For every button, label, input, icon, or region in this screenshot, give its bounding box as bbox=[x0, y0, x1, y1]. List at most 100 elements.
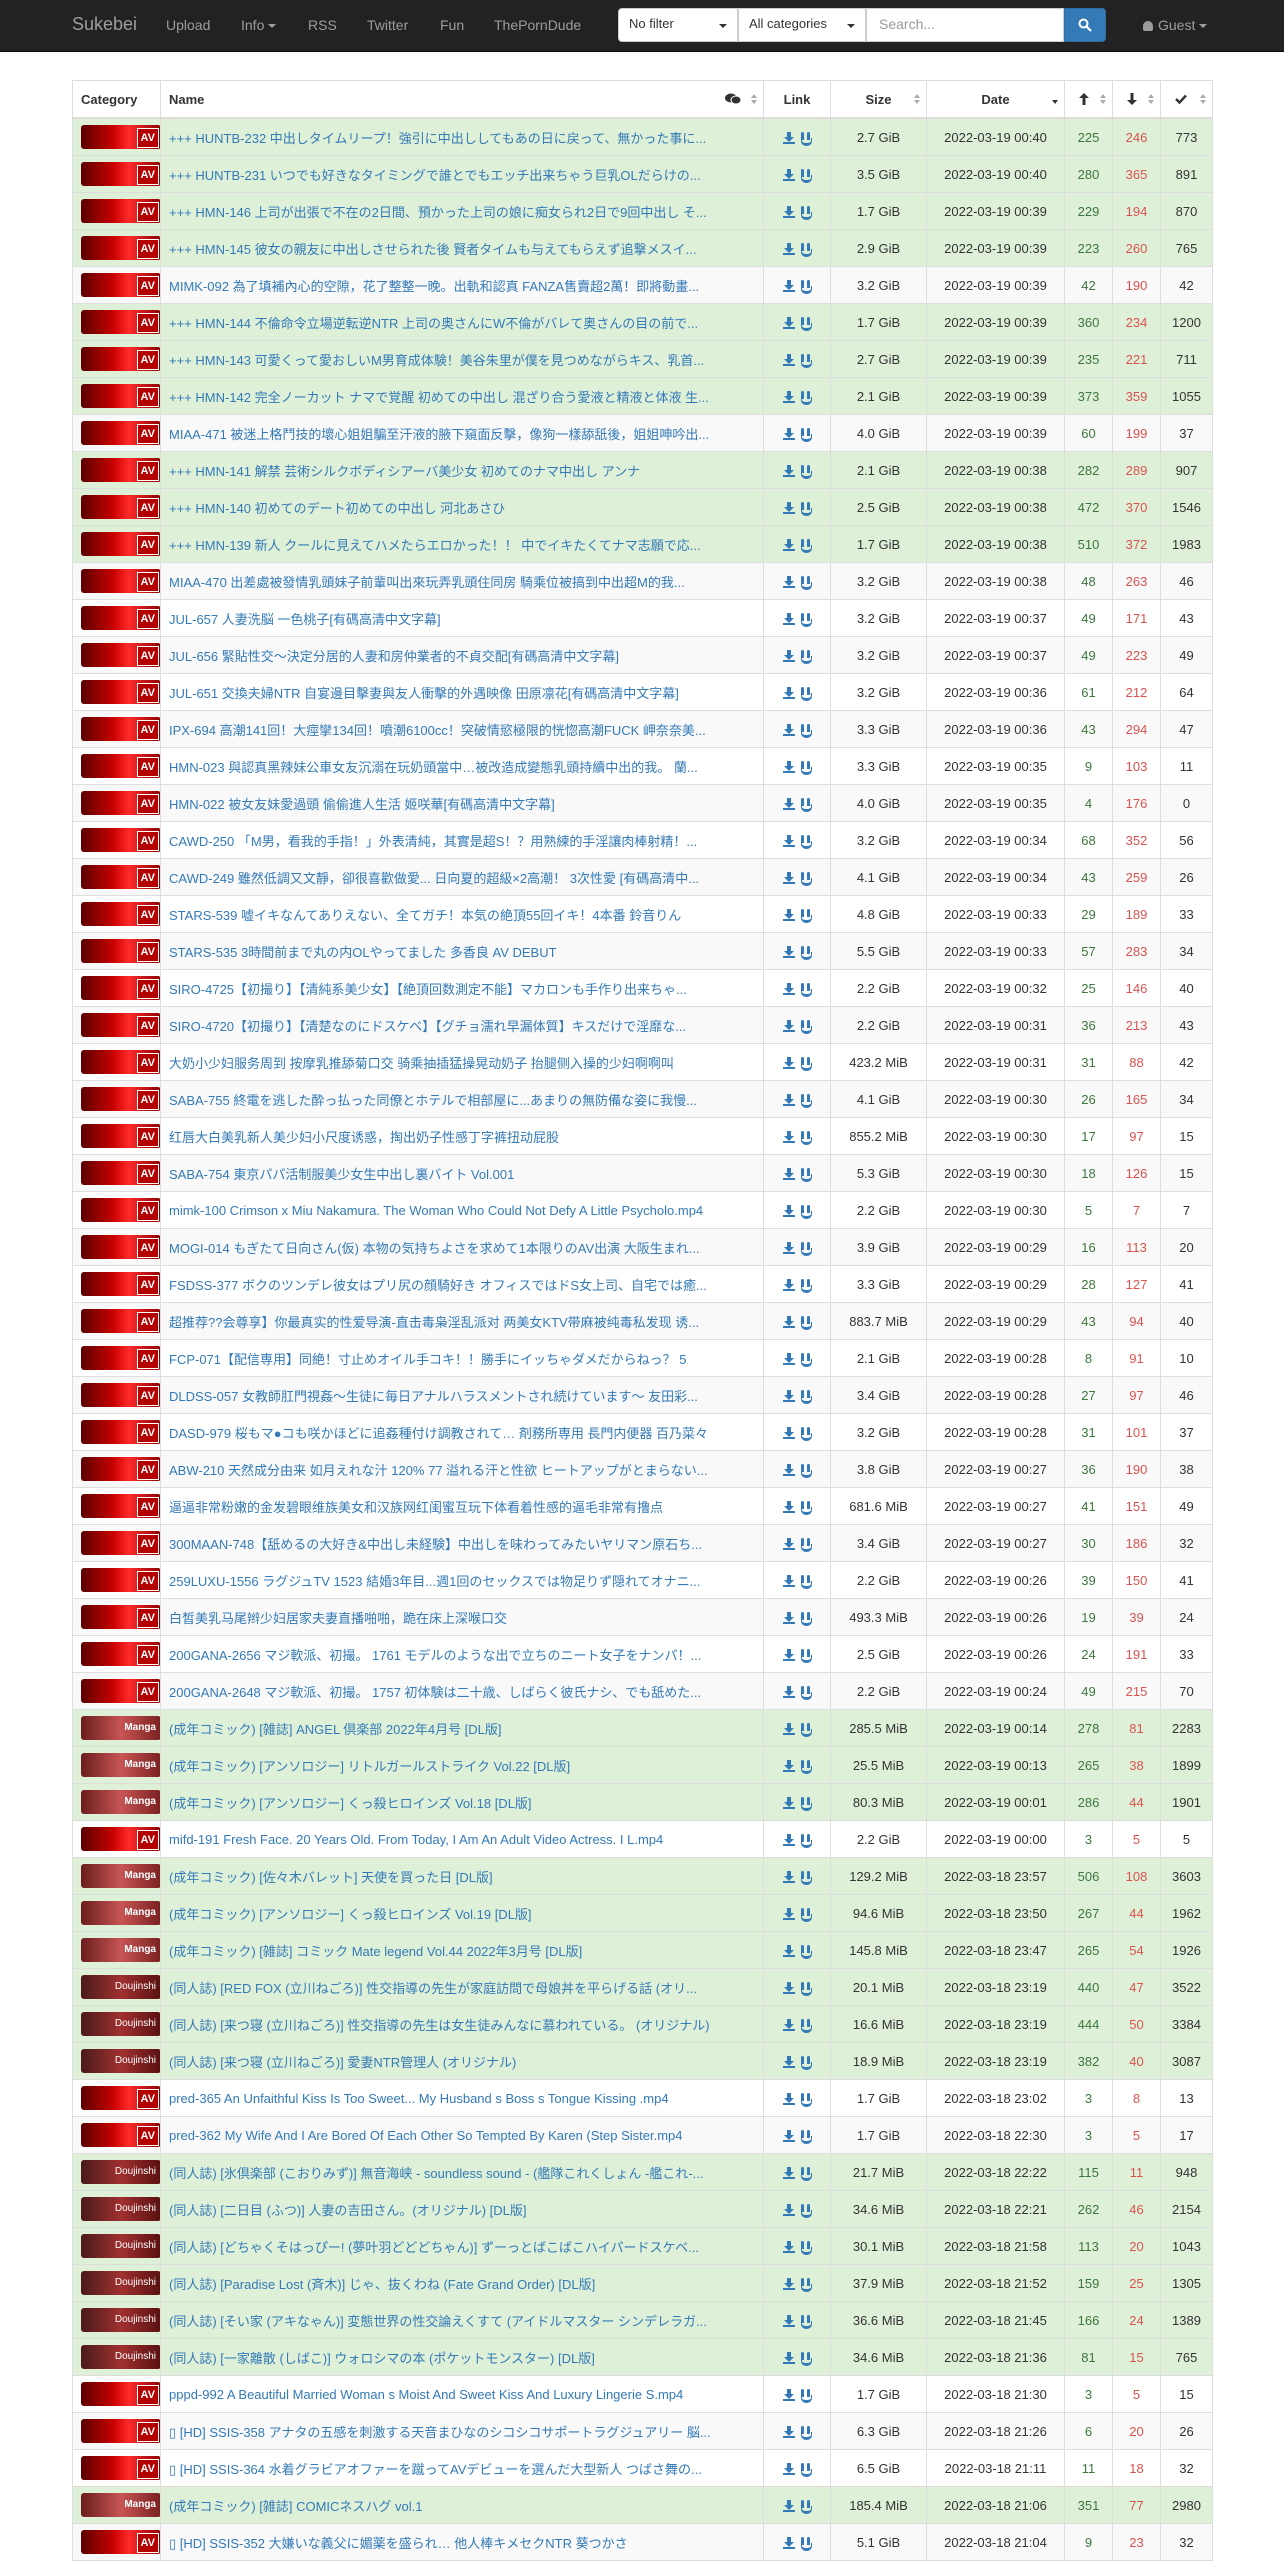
torrent-name-link[interactable]: (成年コミック) [雑誌] コミック Mate legend Vol.44 20… bbox=[169, 1944, 582, 1959]
category-badge[interactable]: AV bbox=[81, 495, 160, 519]
download-icon[interactable] bbox=[782, 1167, 795, 1180]
magnet-icon[interactable] bbox=[800, 2240, 812, 2255]
magnet-icon[interactable] bbox=[800, 316, 812, 331]
magnet-icon[interactable] bbox=[800, 1463, 812, 1478]
download-icon[interactable] bbox=[782, 871, 795, 884]
category-badge[interactable]: Manga bbox=[81, 1864, 160, 1888]
category-badge[interactable]: AV bbox=[81, 1568, 160, 1592]
magnet-icon[interactable] bbox=[800, 1722, 812, 1737]
brand-logo[interactable]: Sukebei bbox=[72, 14, 137, 35]
magnet-icon[interactable] bbox=[800, 2425, 812, 2440]
category-badge[interactable]: AV bbox=[81, 680, 160, 704]
category-badge[interactable]: AV bbox=[81, 1679, 160, 1703]
torrent-name-link[interactable]: (同人誌) [氷倶楽部 (こおりみず)] 無音海峡 - soundless so… bbox=[169, 2166, 704, 2181]
search-button[interactable] bbox=[1064, 8, 1106, 42]
download-icon[interactable] bbox=[782, 1981, 795, 1994]
download-icon[interactable] bbox=[782, 686, 795, 699]
torrent-name-link[interactable]: JUL-651 交換夫婦NTR 自宴邊目擊妻與友人衝擊的外遇映像 田原凛花[有碼… bbox=[169, 686, 679, 701]
torrent-name-link[interactable]: (同人誌) [二日目 (ふつ)] 人妻の吉田さん。(オリジナル) [DL版] bbox=[169, 2203, 527, 2218]
download-icon[interactable] bbox=[782, 538, 795, 551]
category-badge[interactable]: AV bbox=[81, 1087, 160, 1111]
torrent-name-link[interactable]: FSDSS-377 ボクのツンデレ彼女はプリ尻の顔騎好き オフィスではドS女上司… bbox=[169, 1278, 707, 1293]
magnet-icon[interactable] bbox=[800, 2314, 812, 2329]
download-icon[interactable] bbox=[782, 2166, 795, 2179]
category-badge[interactable]: Doujinshi bbox=[81, 2012, 160, 2036]
magnet-icon[interactable] bbox=[800, 390, 812, 405]
download-icon[interactable] bbox=[782, 2129, 795, 2142]
download-icon[interactable] bbox=[782, 1019, 795, 1032]
torrent-name-link[interactable]: 300MAAN-748【舐めるの大好き&中出し未経験】中出しを味わってみたいヤリ… bbox=[169, 1537, 702, 1552]
download-icon[interactable] bbox=[782, 1574, 795, 1587]
category-badge[interactable]: AV bbox=[81, 421, 160, 445]
category-badge[interactable]: AV bbox=[81, 2419, 160, 2443]
category-badge[interactable]: AV bbox=[81, 606, 160, 630]
download-icon[interactable] bbox=[782, 1204, 795, 1217]
torrent-name-link[interactable]: (成年コミック) [佐々木バレット] 天使を買った日 [DL版] bbox=[169, 1870, 493, 1885]
magnet-icon[interactable] bbox=[800, 279, 812, 294]
magnet-icon[interactable] bbox=[800, 1278, 812, 1293]
category-badge[interactable]: AV bbox=[81, 1531, 160, 1555]
category-badge[interactable]: Manga bbox=[81, 1753, 160, 1777]
header-downloads[interactable] bbox=[1160, 80, 1213, 119]
magnet-icon[interactable] bbox=[800, 242, 812, 257]
download-icon[interactable] bbox=[782, 834, 795, 847]
magnet-icon[interactable] bbox=[800, 2203, 812, 2218]
torrent-name-link[interactable]: +++ HUNTB-231 いつでも好きなタイミングで誰とでもエッチ出来ちゃう巨… bbox=[169, 168, 701, 183]
magnet-icon[interactable] bbox=[800, 1241, 812, 1256]
category-select[interactable]: All categories bbox=[738, 8, 866, 42]
magnet-icon[interactable] bbox=[800, 1426, 812, 1441]
torrent-name-link[interactable]: (成年コミック) [雑誌] ANGEL 倶楽部 2022年4月号 [DL版] bbox=[169, 1722, 502, 1737]
header-seeders[interactable] bbox=[1064, 80, 1113, 119]
user-menu[interactable]: Guest bbox=[1143, 17, 1208, 33]
torrent-name-link[interactable]: (同人誌) [どちゃくそはっぴー! (夢叶羽どどどちゃん)] ずーっとばこばこハ… bbox=[169, 2240, 699, 2255]
category-badge[interactable]: Doujinshi bbox=[81, 2345, 160, 2369]
category-badge[interactable]: AV bbox=[81, 2456, 160, 2480]
torrent-name-link[interactable]: +++ HMN-140 初めてのデート初めての中出し 河北あさひ bbox=[169, 501, 505, 516]
category-badge[interactable]: AV bbox=[81, 1013, 160, 1037]
magnet-icon[interactable] bbox=[800, 871, 812, 886]
category-badge[interactable]: AV bbox=[81, 236, 160, 260]
magnet-icon[interactable] bbox=[800, 1944, 812, 1959]
download-icon[interactable] bbox=[782, 1722, 795, 1735]
magnet-icon[interactable] bbox=[800, 1537, 812, 1552]
torrent-name-link[interactable]: +++ HMN-141 解禁 芸術シルクボディシアーバ美少女 初めてのナマ中出し… bbox=[169, 464, 640, 479]
download-icon[interactable] bbox=[782, 1315, 795, 1328]
magnet-icon[interactable] bbox=[800, 2129, 812, 2144]
download-icon[interactable] bbox=[782, 2055, 795, 2068]
download-icon[interactable] bbox=[782, 2388, 795, 2401]
torrent-name-link[interactable]: 白皙美乳马尾辫少妇居家夫妻直播啪啪，跪在床上深喉口交 bbox=[169, 1611, 507, 1626]
torrent-name-link[interactable]: mifd-191 Fresh Face. 20 Years Old. From … bbox=[169, 1832, 663, 1847]
category-badge[interactable]: AV bbox=[81, 532, 160, 556]
category-badge[interactable]: AV bbox=[81, 125, 160, 149]
download-icon[interactable] bbox=[782, 205, 795, 218]
magnet-icon[interactable] bbox=[800, 1167, 812, 1182]
download-icon[interactable] bbox=[782, 390, 795, 403]
magnet-icon[interactable] bbox=[800, 1093, 812, 1108]
torrent-name-link[interactable]: MIAA-470 出差處被發情乳頭妹子前輩叫出來玩弄乳頭住同房 騎乘位被搞到中出… bbox=[169, 575, 685, 590]
magnet-icon[interactable] bbox=[800, 1056, 812, 1071]
torrent-name-link[interactable]: pppd-992 A Beautiful Married Woman s Moi… bbox=[169, 2387, 683, 2402]
torrent-name-link[interactable]: HMN-022 被女友妹愛過頭 偷偷進人生活 姬咲華[有碼高清中文字幕] bbox=[169, 797, 555, 812]
torrent-name-link[interactable]: (同人誌) [RED FOX (立川ねごろ)] 性交指導の先生が家庭訪問で母娘丼… bbox=[169, 1981, 697, 1996]
category-badge[interactable]: Manga bbox=[81, 2493, 160, 2517]
torrent-name-link[interactable]: (同人誌) [一家離散 (しばこ)] ウォロシマの本 (ポケットモンスター) [… bbox=[169, 2351, 595, 2366]
download-icon[interactable] bbox=[782, 2462, 795, 2475]
torrent-name-link[interactable]: JUL-657 人妻洗脳 一色桃子[有碼高清中文字幕] bbox=[169, 612, 441, 627]
magnet-icon[interactable] bbox=[800, 1352, 812, 1367]
download-icon[interactable] bbox=[782, 649, 795, 662]
torrent-name-link[interactable]: pred-365 An Unfaithful Kiss Is Too Sweet… bbox=[169, 2091, 669, 2106]
torrent-name-link[interactable]: 200GANA-2656 マジ軟派、初撮。 1761 モデルのような出で立ちのニ… bbox=[169, 1648, 701, 1663]
magnet-icon[interactable] bbox=[800, 1500, 812, 1515]
category-badge[interactable]: AV bbox=[81, 1050, 160, 1074]
magnet-icon[interactable] bbox=[800, 1611, 812, 1626]
magnet-icon[interactable] bbox=[800, 1833, 812, 1848]
magnet-icon[interactable] bbox=[800, 723, 812, 738]
category-badge[interactable]: Manga bbox=[81, 1938, 160, 1962]
magnet-icon[interactable] bbox=[800, 2536, 812, 2551]
torrent-name-link[interactable]: ▯ [HD] SSIS-352 大嫌いな義父に媚薬を盛られ… 他人棒キメセクNT… bbox=[169, 2536, 628, 2551]
magnet-icon[interactable] bbox=[800, 1907, 812, 1922]
category-badge[interactable]: AV bbox=[81, 1346, 160, 1370]
nav-twitter[interactable]: Twitter bbox=[367, 17, 408, 33]
torrent-name-link[interactable]: mimk-100 Crimson x Miu Nakamura. The Wom… bbox=[169, 1203, 703, 1218]
magnet-icon[interactable] bbox=[800, 1981, 812, 1996]
